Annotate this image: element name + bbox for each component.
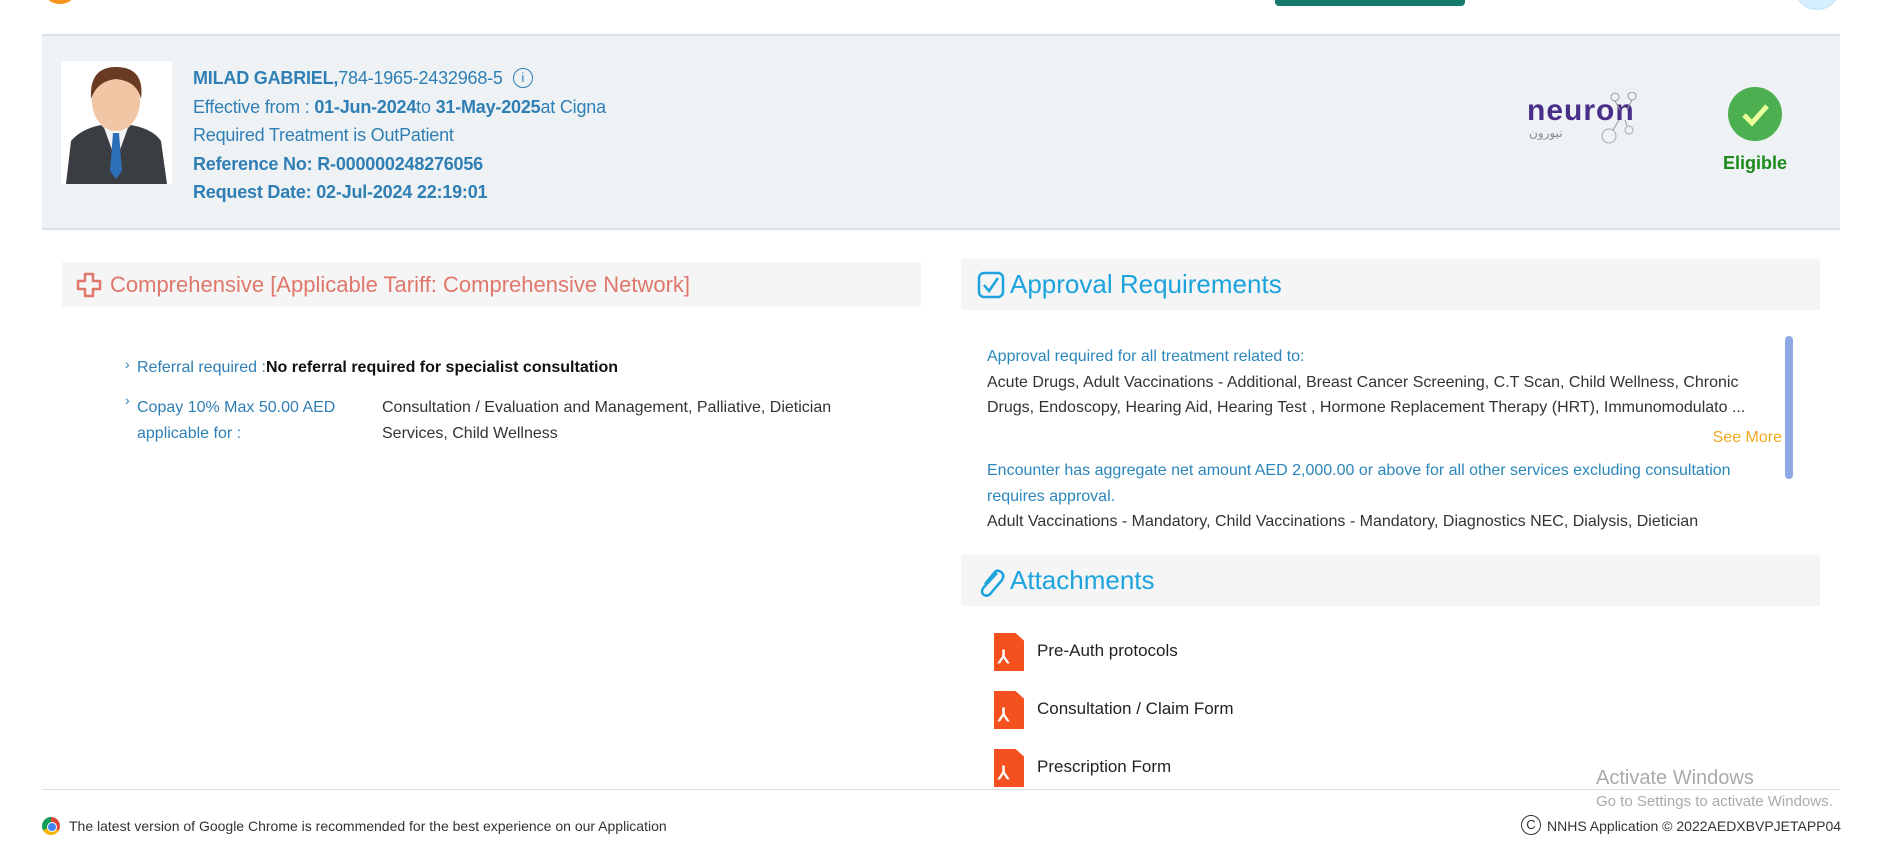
attachments-title: Attachments bbox=[1010, 565, 1155, 595]
rule2-heading: Encounter has aggregate net amount AED 2… bbox=[987, 462, 1731, 505]
plan-header: Comprehensive [Applicable Tariff: Compre… bbox=[62, 262, 921, 307]
effective-label: Effective from : bbox=[193, 96, 315, 117]
attachments-header: Attachments bbox=[961, 555, 1820, 606]
member-info: MILAD GABRIEL,784-1965-2432968-5 i Effect… bbox=[193, 64, 606, 207]
attachment-label[interactable]: Consultation / Claim Form bbox=[1037, 699, 1234, 719]
chevron-right-icon: › bbox=[125, 392, 130, 408]
copyright-icon: C bbox=[1521, 815, 1541, 835]
see-more-link[interactable]: See More bbox=[987, 425, 1782, 451]
rule1-heading: Approval required for all treatment rela… bbox=[987, 348, 1305, 365]
member-card: MILAD GABRIEL,784-1965-2432968-5 i Effect… bbox=[42, 34, 1840, 230]
pdf-icon: ⅄ bbox=[994, 633, 1024, 671]
logo-arabic: نيورون bbox=[1529, 126, 1563, 140]
copay-value: Consultation / Evaluation and Management… bbox=[382, 399, 832, 442]
pdf-icon: ⅄ bbox=[994, 691, 1024, 729]
member-photo bbox=[61, 61, 172, 184]
approval-list: Approval required for all treatment rela… bbox=[987, 344, 1782, 535]
copay-label: Copay 10% Max 50.00 AED applicable for : bbox=[137, 399, 336, 442]
reference-number: Reference No: R-000000248276056 bbox=[193, 153, 483, 174]
attachment-item[interactable]: ⅄ Prescription Form bbox=[994, 749, 1294, 789]
approval-title: Approval Requirements bbox=[1010, 269, 1282, 299]
insurer: at Cigna bbox=[540, 96, 606, 117]
treatment-type: Required Treatment is OutPatient bbox=[193, 125, 454, 145]
user-avatar[interactable] bbox=[1794, 0, 1840, 10]
plus-cross-icon bbox=[76, 272, 102, 298]
eligibility-status: Eligible bbox=[1722, 153, 1787, 173]
app-logo[interactable] bbox=[42, 0, 78, 4]
referral-row: Referral required :No referral required … bbox=[137, 359, 618, 377]
activate-windows-subtitle: Go to Settings to activate Windows. bbox=[1596, 793, 1833, 810]
copyright-text: NNHS Application © 2022AEDXBVPJETAPP04 bbox=[1547, 818, 1842, 834]
attachment-label[interactable]: Pre-Auth protocols bbox=[1037, 641, 1178, 661]
request-date: Request Date: 02-Jul-2024 22:19:01 bbox=[193, 182, 488, 202]
rule1-items: Acute Drugs, Adult Vaccinations - Additi… bbox=[987, 373, 1746, 417]
plan-title: Comprehensive [Applicable Tariff: Compre… bbox=[110, 272, 691, 297]
referral-value: No referral required for specialist cons… bbox=[265, 359, 619, 376]
rule2-items: Adult Vaccinations - Mandatory, Child Va… bbox=[987, 513, 1699, 530]
top-action-button[interactable] bbox=[1275, 0, 1465, 6]
member-name: MILAD GABRIEL, bbox=[193, 68, 339, 88]
effective-from: 01-Jun-2024 bbox=[314, 96, 417, 117]
eligible-check-icon bbox=[1728, 87, 1782, 141]
paperclip-icon bbox=[980, 569, 1005, 597]
chrome-icon bbox=[42, 817, 60, 835]
footer-divider bbox=[42, 789, 1840, 790]
attachment-label[interactable]: Prescription Form bbox=[1037, 757, 1171, 777]
info-icon[interactable]: i bbox=[512, 68, 533, 88]
neuron-logo: neuron نيورون bbox=[1527, 92, 1657, 144]
referral-label: Referral required : bbox=[137, 359, 266, 376]
browser-note: The latest version of Google Chrome is r… bbox=[69, 818, 667, 834]
approval-scrollbar[interactable] bbox=[1785, 336, 1793, 479]
activate-windows-title: Activate Windows bbox=[1596, 767, 1754, 789]
approval-header: Approval Requirements bbox=[961, 259, 1820, 310]
to-label: to bbox=[416, 96, 436, 117]
effective-to: 31-May-2025 bbox=[435, 96, 541, 117]
chevron-right-icon: › bbox=[125, 356, 130, 372]
checkbox-icon bbox=[977, 271, 1005, 299]
pdf-icon: ⅄ bbox=[994, 749, 1024, 787]
member-id: 784-1965-2432968-5 bbox=[338, 68, 503, 88]
